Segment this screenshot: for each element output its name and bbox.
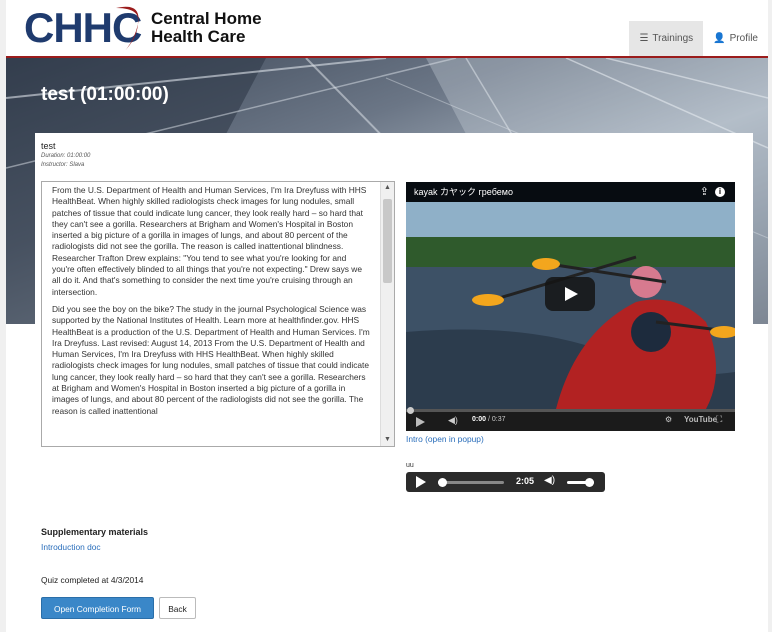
audio-volume-knob[interactable] — [585, 478, 594, 487]
logo-swoosh-icon — [116, 6, 139, 54]
content-text: From the U.S. Department of Health and H… — [52, 185, 370, 423]
video-duration: / 0:37 — [487, 416, 506, 423]
user-icon: 👤 — [713, 33, 726, 44]
scroll-down-icon[interactable]: ▼ — [381, 434, 394, 446]
page-title: test (01:00:00) — [41, 84, 169, 105]
audio-label: uu — [406, 462, 414, 469]
list-icon: ☰ — [639, 33, 649, 44]
scroll-thumb[interactable] — [383, 199, 392, 283]
info-icon[interactable]: i — [715, 187, 725, 197]
video-time: 0:00 / 0:37 — [472, 416, 505, 423]
audio-player[interactable]: 2:05 ◀) — [406, 472, 605, 492]
brand-line-2: Health Care — [151, 27, 246, 46]
video-play-icon[interactable] — [416, 417, 425, 427]
content-paragraph-2: Did you see the boy on the bike? The stu… — [52, 303, 370, 416]
video-player[interactable]: kayak カヤック гребемо ⇪ i ◀) 0:00 / 0:37 ⚙ … — [406, 182, 735, 431]
youtube-logo[interactable]: YouTube — [684, 415, 717, 424]
content-scrollbar[interactable]: ▲ ▼ — [380, 182, 394, 446]
video-title-bar: kayak カヤック гребемо ⇪ i — [406, 182, 735, 202]
back-button[interactable]: Back — [159, 597, 196, 619]
audio-play-icon[interactable] — [416, 476, 426, 488]
share-icon[interactable]: ⇪ — [700, 182, 709, 202]
video-title[interactable]: kayak カヤック гребемо — [414, 182, 513, 202]
content-paragraph-1: From the U.S. Department of Health and H… — [52, 185, 367, 297]
video-settings-icon[interactable]: ⚙ — [665, 415, 672, 424]
training-card: test Duration: 01:00:00 Instructor: Slav… — [35, 133, 753, 632]
video-current-time: 0:00 — [472, 416, 487, 423]
quiz-status: Quiz completed at 4/3/2014 — [41, 575, 144, 585]
audio-progress-knob[interactable] — [438, 478, 447, 487]
nav-profile-label: Profile — [729, 33, 758, 44]
audio-volume-icon[interactable]: ◀) — [544, 475, 555, 486]
video-controls: ◀) 0:00 / 0:37 ⚙ YouTube ⛶ — [406, 407, 735, 431]
site-header: CHHC Central Home Health Care ☰ Training… — [6, 0, 768, 58]
video-volume-icon[interactable]: ◀) — [448, 415, 458, 426]
content-textbox[interactable]: From the U.S. Department of Health and H… — [41, 181, 395, 447]
supplementary-link[interactable]: Introduction doc — [41, 542, 101, 552]
scroll-up-icon[interactable]: ▲ — [381, 182, 394, 194]
video-popup-link[interactable]: Intro (open in popup) — [406, 434, 484, 444]
nav-trainings-label: Trainings — [652, 33, 694, 44]
training-name: test — [41, 141, 56, 151]
brand-name: Central Home Health Care — [151, 10, 262, 46]
supplementary-heading: Supplementary materials — [41, 527, 149, 537]
video-progress-knob[interactable] — [407, 407, 414, 414]
audio-time: 2:05 — [516, 476, 535, 486]
training-duration: Duration: 01:00:00 — [41, 153, 91, 159]
page: CHHC Central Home Health Care ☰ Training… — [6, 0, 768, 632]
nav-profile[interactable]: 👤 Profile — [703, 21, 768, 56]
audio-progress-bar[interactable] — [438, 478, 504, 487]
top-nav: ☰ Trainings 👤 Profile — [629, 21, 768, 56]
chhc-logo[interactable]: CHHC — [24, 6, 154, 54]
fullscreen-icon[interactable]: ⛶ — [716, 414, 722, 425]
video-progress-bar[interactable] — [406, 407, 735, 414]
open-completion-form-button[interactable]: Open Completion Form — [41, 597, 154, 619]
brand-line-1: Central Home — [151, 9, 262, 28]
video-play-button[interactable] — [545, 277, 595, 311]
training-meta: Duration: 01:00:00 Instructor: Slava — [41, 152, 90, 170]
training-instructor: Instructor: Slava — [41, 162, 85, 168]
nav-trainings[interactable]: ☰ Trainings — [629, 21, 704, 56]
